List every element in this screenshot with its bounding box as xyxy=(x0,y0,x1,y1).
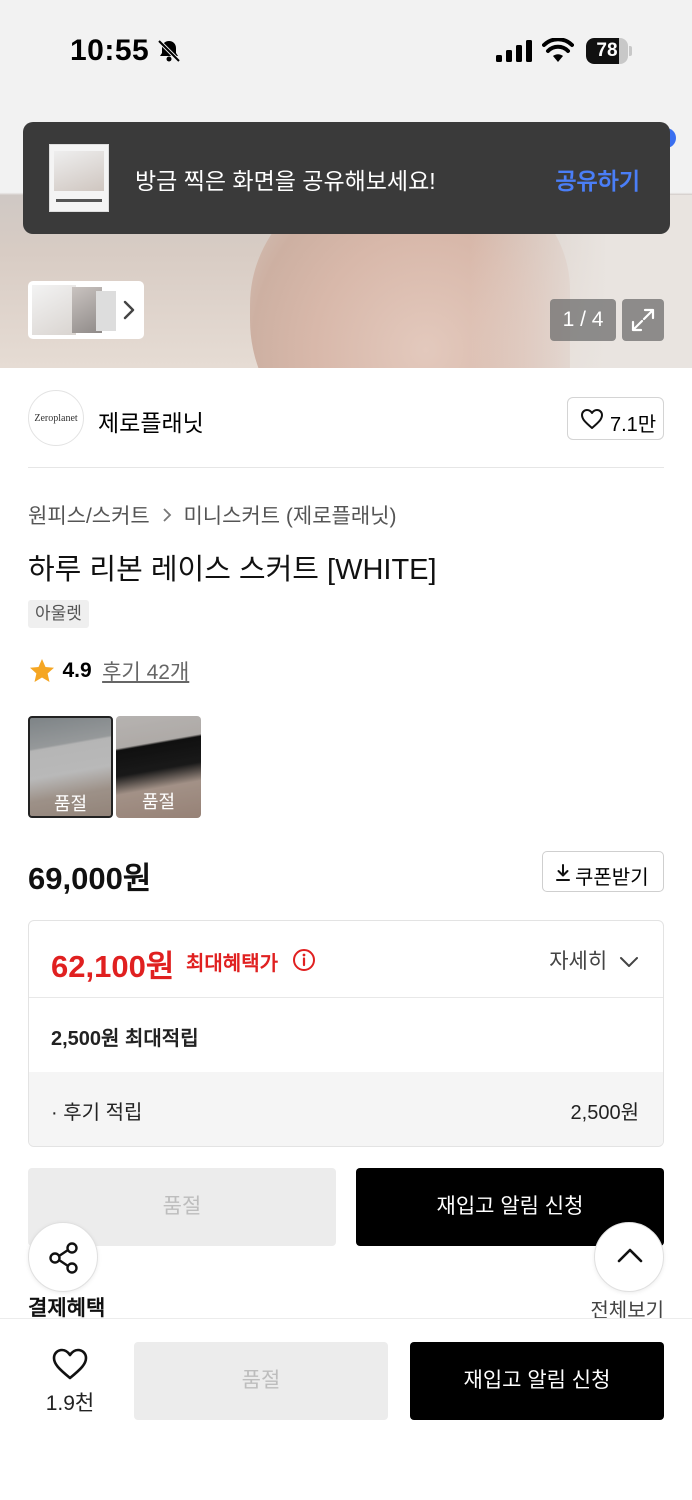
chevron-down-icon xyxy=(620,957,638,968)
brand-like-count: 7.1만 xyxy=(610,414,657,436)
divider xyxy=(29,997,663,998)
max-benefit-price: 62,100원 xyxy=(51,949,175,984)
heart-icon xyxy=(581,409,603,429)
bell-muted-icon xyxy=(157,39,181,63)
benefit-details-toggle[interactable]: 자세히 xyxy=(549,945,639,975)
share-icon xyxy=(49,1242,78,1274)
review-points-row: · 후기 적립 2,500원 xyxy=(29,1072,663,1146)
coupon-button[interactable]: 쿠폰받기 xyxy=(542,851,664,892)
status-bar: 10:55 78 xyxy=(0,0,692,110)
coupon-label: 쿠폰받기 xyxy=(575,867,649,889)
product-title: 하루 리본 레이스 스커트 [WHITE] xyxy=(28,554,437,586)
bottom-restock-alert-button[interactable]: 재입고 알림 신청 xyxy=(410,1342,664,1420)
info-icon[interactable] xyxy=(292,948,316,972)
breadcrumb: 원피스/스커트 미니스커트 (제로플래닛) xyxy=(28,500,396,530)
star-icon xyxy=(30,659,54,682)
share-button[interactable] xyxy=(28,1222,98,1292)
rating-row: 4.9 후기 42개 xyxy=(28,656,189,686)
signal-icon xyxy=(496,40,532,62)
gallery-page-counter: 1 / 4 xyxy=(550,299,616,341)
share-now-button[interactable]: 공유하기 xyxy=(555,162,640,196)
original-price: 69,000원 xyxy=(28,861,152,896)
breadcrumb-separator-icon xyxy=(162,505,172,529)
bottom-action-bar: 1.9천 품절 재입고 알림 신청 xyxy=(0,1318,692,1500)
review-points-value: 2,500원 xyxy=(570,1102,639,1124)
option-thumbnail-white[interactable]: 품절 xyxy=(28,716,113,818)
breadcrumb-subcategory[interactable]: 미니스커트 (제로플래닛) xyxy=(183,505,396,528)
option-soldout-label: 품절 xyxy=(53,794,88,814)
rating-score: 4.9 xyxy=(62,659,92,682)
max-points-text: 2,500원 최대적립 xyxy=(51,1028,199,1050)
screenshot-thumbnail xyxy=(49,144,109,212)
chevron-right-icon xyxy=(123,300,135,320)
divider xyxy=(28,467,664,468)
battery-indicator: 78 xyxy=(586,38,632,64)
wifi-icon xyxy=(542,38,574,62)
bottom-soldout-button: 품절 xyxy=(134,1342,388,1420)
expand-icon xyxy=(631,308,655,332)
option-thumbnail-black[interactable]: 품절 xyxy=(116,716,201,818)
chevron-up-icon xyxy=(617,1248,643,1263)
breadcrumb-category[interactable]: 원피스/스커트 xyxy=(28,505,150,528)
outlet-badge: 아울렛 xyxy=(28,600,89,628)
heart-icon[interactable] xyxy=(51,1347,89,1381)
toast-message: 방금 찍은 화면을 공유해보세요! xyxy=(135,168,436,194)
download-icon xyxy=(556,864,570,881)
screenshot-share-toast: 방금 찍은 화면을 공유해보세요! 공유하기 xyxy=(23,122,670,234)
brand-logo[interactable]: Zeroplanet xyxy=(28,390,84,446)
gallery-thumbnail-strip[interactable] xyxy=(28,281,144,339)
review-points-label: · 후기 적립 xyxy=(51,1102,143,1124)
brand-name[interactable]: 제로플래닛 xyxy=(98,404,204,438)
wishlist-count: 1.9천 xyxy=(45,1392,95,1415)
brand-like-button[interactable]: 7.1만 xyxy=(567,397,664,440)
details-label: 자세히 xyxy=(549,950,608,973)
scroll-to-top-button[interactable] xyxy=(594,1222,664,1292)
max-benefit-label: 최대혜택가 xyxy=(186,953,278,975)
option-soldout-label: 품절 xyxy=(141,792,176,812)
review-count-link[interactable]: 후기 42개 xyxy=(102,656,189,686)
benefit-box: 62,100원 최대혜택가 자세히 2,500원 최대적립 · 후기 적립 2,… xyxy=(28,920,664,1147)
status-time: 10:55 xyxy=(70,34,150,67)
fullscreen-button[interactable] xyxy=(622,299,664,341)
battery-percent: 78 xyxy=(596,40,618,61)
